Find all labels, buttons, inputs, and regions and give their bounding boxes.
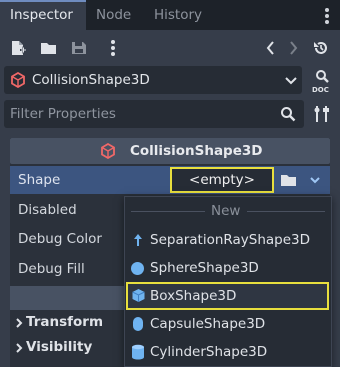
- property-shape[interactable]: Shape <empty>: [10, 166, 330, 194]
- inspector-header-title: CollisionShape3D: [130, 143, 263, 159]
- load-folder-icon[interactable]: [280, 171, 298, 193]
- box-icon: [131, 288, 146, 307]
- tab-menu-icon[interactable]: [320, 6, 334, 24]
- collision-shape-icon: [100, 142, 116, 163]
- more-options-icon[interactable]: [102, 38, 124, 58]
- shape-value-button[interactable]: <empty>: [170, 167, 274, 193]
- collision-shape-icon: [10, 71, 26, 92]
- chevron-down-icon[interactable]: [308, 172, 322, 192]
- search-icon: [280, 106, 296, 126]
- property-label: Disabled: [18, 202, 77, 218]
- capsule-icon: [132, 316, 144, 336]
- inspector-header: CollisionShape3D: [10, 138, 330, 164]
- cylinder-icon: [131, 344, 145, 364]
- property-label: Shape: [18, 172, 61, 188]
- tab-node[interactable]: Node: [96, 0, 142, 30]
- save-icon[interactable]: [68, 38, 90, 58]
- back-arrow-icon[interactable]: [260, 38, 282, 58]
- new-resource-icon[interactable]: [8, 38, 30, 58]
- tab-inspector[interactable]: Inspector: [0, 0, 86, 30]
- popup-item-cylinder[interactable]: CylinderShape3D: [125, 338, 331, 366]
- tools-icon[interactable]: [312, 104, 332, 124]
- tab-history[interactable]: History: [154, 0, 214, 30]
- popup-item-sphere[interactable]: SphereShape3D: [125, 254, 331, 282]
- doc-label: DOC: [312, 86, 329, 94]
- popup-item-capsule[interactable]: CapsuleShape3D: [125, 310, 331, 338]
- dock-tab-bar: Inspector Node History: [0, 0, 340, 30]
- property-label: Debug Color: [18, 231, 102, 247]
- popup-item-separation-ray[interactable]: SeparationRayShape3D: [125, 226, 331, 254]
- node-selector[interactable]: CollisionShape3D: [4, 66, 302, 94]
- shape-type-popup: New SeparationRayShape3D SphereShape3D B…: [124, 196, 332, 367]
- popup-item-label: SphereShape3D: [150, 260, 259, 276]
- separation-ray-icon: [131, 233, 145, 251]
- sphere-icon: [130, 261, 145, 280]
- history-icon[interactable]: [310, 38, 332, 58]
- section-header-bar: [10, 286, 130, 310]
- section-label: Transform: [26, 314, 104, 330]
- filter-placeholder: Filter Properties: [10, 106, 116, 122]
- node-name: CollisionShape3D: [32, 72, 150, 88]
- chevron-right-icon: [14, 342, 24, 357]
- open-folder-icon[interactable]: [38, 38, 60, 58]
- popup-separator-label: New: [211, 203, 241, 219]
- property-label: Debug Fill: [18, 261, 85, 277]
- filter-properties-input[interactable]: Filter Properties: [4, 100, 304, 128]
- forward-arrow-icon[interactable]: [282, 38, 304, 58]
- popup-item-box[interactable]: BoxShape3D: [126, 282, 329, 310]
- popup-separator: New: [125, 197, 331, 225]
- popup-item-label: CapsuleShape3D: [150, 316, 266, 332]
- doc-icon[interactable]: DOC: [310, 66, 336, 94]
- popup-item-label: CylinderShape3D: [150, 344, 268, 360]
- popup-item-label: SeparationRayShape3D: [150, 232, 311, 248]
- section-label: Visibility: [26, 339, 93, 355]
- popup-item-label: BoxShape3D: [150, 288, 237, 304]
- chevron-right-icon: [14, 317, 24, 332]
- chevron-down-icon[interactable]: [284, 72, 298, 92]
